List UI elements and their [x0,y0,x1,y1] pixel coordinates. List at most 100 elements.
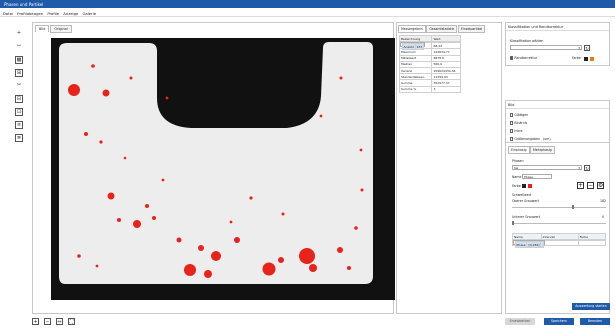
column-header-bezeichnung: Bezeichnung [398,34,433,43]
image-tabs: Bild Original [35,25,73,33]
menu-profilabeagen[interactable]: Profilabeagen [17,11,43,16]
checkbox-icon [510,129,514,133]
bild-title: Bild [506,101,609,109]
table-row[interactable]: Anzahl 157 [399,42,426,51]
option-glaettgen[interactable]: Glättgen [510,113,528,117]
tab-einphasig[interactable]: Einphasig [508,146,530,154]
table-header: Name Intervall Farbe [512,233,607,240]
name-input[interactable]: Phase [522,174,552,179]
row-label: Summe % [398,85,433,93]
table-row[interactable]: Phase [0;182] [512,240,546,248]
row-label: Anzahl [401,43,416,51]
fit-width-icon[interactable]: ⇿ [15,43,23,51]
scissors-icon[interactable]: ✂ [15,82,23,90]
randkorrektur-checkbox[interactable]: Randkorrektur [510,56,537,60]
option-inkra[interactable]: Inkra [510,129,522,133]
oberer-slider-thumb[interactable] [572,205,574,209]
statistics-table: Bezeichnung Wert Anzahl157 Minimum68,22 … [398,34,461,93]
speichern-button[interactable]: Speichern [544,318,574,325]
settings-icon[interactable]: ⚙ [597,182,604,189]
refresh-icon[interactable]: ↻ [584,44,590,51]
phasen-select[interactable]: Sw ▾ [512,165,582,170]
checkbox-icon [510,56,514,60]
option-label: Größenangaben [514,137,540,141]
column-header-farbe: Farbe [577,233,607,240]
checkbox-icon [510,121,514,125]
row-value: 157 [414,43,425,51]
unterer-slider-track[interactable] [512,223,606,224]
menu-galerie[interactable]: Galerie [82,11,96,16]
klassifikation-title: Klassifikation und Randkorrektur [506,23,609,31]
window-title: Phasen und Partikel [4,1,44,7]
unterer-slider-thumb[interactable] [512,221,514,225]
chevron-down-icon: ▾ [578,166,580,170]
title-bar: Phasen und Partikel [0,0,615,8]
menu-profile[interactable]: Profile [47,11,59,16]
pattern-icon[interactable]: ▩ [15,56,23,64]
table-row[interactable]: Summe % 3 [398,85,461,93]
beenden-button[interactable]: Beenden [580,318,610,325]
layer2-icon[interactable]: ≣ [15,134,23,142]
tab-messergebnis[interactable]: Messergebnis [398,25,426,33]
option-label: Glättgen [514,113,529,117]
tab-original[interactable]: Original [50,25,72,33]
menu-anzeige[interactable]: Anzeige [63,11,78,16]
zoom-box-icon[interactable]: ⊟ [15,95,23,103]
color-swatch-orange[interactable] [590,56,594,61]
phasen-label: Phasen [512,159,524,163]
remove-phase-button[interactable]: − [587,182,594,189]
tab-gesamtstatistik[interactable]: Gesamtstatistik [426,25,458,33]
column-header-wert: Wert [431,34,461,43]
tab-mehrphasig[interactable]: Mehrphasig [530,146,555,154]
statistics-tabs: Messergebnis Gesamtstatistik Einzelpartike… [398,25,486,33]
refresh-icon[interactable]: ↻ [584,164,590,171]
oberer-grauwert-label: Oberer Grauwert [512,199,539,203]
color-swatch-black[interactable] [584,56,588,61]
unterer-grauwert-label: Unterer Grauwert [512,215,540,219]
add-phase-button[interactable]: + [577,182,584,189]
right-panel: Klassifikation und Randkorrektur Klassif… [505,22,610,314]
statistics-pane: Messergebnis Gesamtstatistik Einzelpartike… [396,22,502,314]
option-label: Inkra [514,129,523,133]
row-value: 3 [431,85,461,93]
phase-panel: Einphasig Mehrphasig Phasen Sw ▾ ↻ Name Ph… [505,142,610,314]
layer-icon[interactable]: ≡ [15,121,23,129]
color-swatch-red[interactable] [528,184,532,188]
schwellwert-label: Schwellwert [512,193,532,197]
option-binaernis[interactable]: Binärnis [510,121,527,125]
tab-einzelpartikel[interactable]: Einzelpartikel [457,25,486,33]
zoom-out-icon[interactable]: − [44,318,51,325]
checkbox-icon [510,113,514,117]
option-groessenangaben[interactable]: Größenangaben [510,137,540,141]
zoom-in-icon[interactable]: + [32,318,39,325]
klassifikation-panel: Klassifikation und Randkorrektur Klassif… [505,22,610,66]
fit-width-icon[interactable]: ⇔ [56,318,63,325]
phase-table: Name Intervall Farbe Phase [0;182] [512,233,607,248]
farbe-label: Farbe [512,184,521,188]
column-header-name: Name [512,233,542,240]
auswertung-starten-button[interactable]: Auswertung starten [572,303,610,310]
tab-bild[interactable]: Bild [35,25,50,32]
phasen-select-value: Sw [514,166,519,170]
plus-icon[interactable]: + [15,30,23,38]
name-label: Name [512,175,522,179]
oberer-grauwert-value: 182 [600,199,607,203]
ersetzbehlen-button[interactable]: Ersetzbehlen [505,318,535,325]
phase-name: Phase [514,241,528,248]
oberer-slider-track[interactable] [512,207,606,208]
phase-tabs: Einphasig Mehrphasig [508,146,555,154]
unit-label: (um) [543,137,551,141]
klassifikation-select[interactable]: ▾ [510,45,582,50]
menu-datei[interactable]: Datei [3,11,13,16]
phase-interval: [0;182] [526,241,542,248]
micrograph-image[interactable] [51,38,395,300]
phase-color [540,241,545,248]
fullscreen-icon[interactable]: ⛶ [68,318,75,325]
color-swatch-black[interactable] [522,184,526,188]
column-header-intervall: Intervall [540,233,579,240]
measure-box-icon[interactable]: ⊞ [15,69,23,77]
menu-bar: Datei Profilabeagen Profile Anzeige Gale… [0,8,615,17]
zoom-region-icon[interactable]: ⊡ [15,108,23,116]
left-toolbar: + ⇿ ▩ ⊞ ✂ ⊟ ⊡ ≡ ≣ [12,30,26,147]
table-header: Bezeichnung Wert [398,34,461,43]
